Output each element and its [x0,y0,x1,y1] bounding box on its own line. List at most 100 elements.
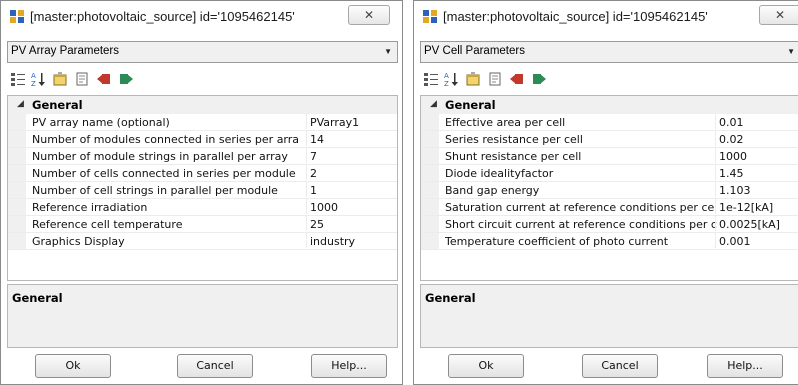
window-title: [master:photovoltaic_source] id='1095462… [30,9,295,24]
properties-icon[interactable] [464,70,482,88]
category-label: General [32,98,83,112]
property-pages-icon[interactable] [73,70,91,88]
object-selector[interactable]: PV Cell Parameters ▼ [420,41,798,63]
description-pane: General [420,284,798,348]
property-row[interactable]: Saturation current at reference conditio… [421,199,798,216]
title-bar: [master:photovoltaic_source] id='1095462… [1,1,402,31]
property-name: Number of modules connected in series pe… [32,133,300,146]
property-value[interactable]: 25 [306,216,324,231]
property-name: Saturation current at reference conditio… [445,201,715,214]
property-name: Effective area per cell [445,116,566,129]
property-value[interactable]: 1 [306,182,317,197]
description-title: General [12,291,63,305]
property-name: Diode idealityfactor [445,167,554,180]
dialog-pv-cell: [master:photovoltaic_source] id='1095462… [413,0,798,385]
cancel-button[interactable]: Cancel [177,354,253,378]
property-row[interactable]: Series resistance per cell 0.02 [421,131,798,148]
property-value[interactable]: 0.02 [715,131,744,146]
property-row[interactable]: PV array name (optional) PVarray1 [8,114,397,131]
ok-button[interactable]: Ok [35,354,111,378]
category-row[interactable]: ◢ General [8,96,397,114]
cancel-button[interactable]: Cancel [582,354,658,378]
toolbar: AZ [420,66,798,92]
property-row[interactable]: Number of modules connected in series pe… [8,131,397,148]
help-button[interactable]: Help... [707,354,783,378]
property-name: Reference cell temperature [32,218,183,231]
property-name: Series resistance per cell [445,133,583,146]
export-icon[interactable] [530,70,548,88]
svg-text:A: A [31,72,36,80]
import-icon[interactable] [95,70,113,88]
category-row[interactable]: ◢ General [421,96,798,114]
property-row[interactable]: Reference irradiation 1000 [8,199,397,216]
category-label: General [445,98,496,112]
app-icon [423,10,437,23]
categorized-icon[interactable] [9,70,27,88]
property-row[interactable]: Temperature coefficient of photo current… [421,233,798,250]
property-name: Number of cell strings in parallel per m… [32,184,278,197]
property-value[interactable]: 1e-12[kA] [715,199,773,214]
property-value[interactable]: 0.01 [715,114,744,129]
property-name: Temperature coefficient of photo current [445,235,669,248]
object-selector-value: PV Cell Parameters [424,45,525,57]
dialog-pv-array: [master:photovoltaic_source] id='1095462… [0,0,403,385]
property-value[interactable]: 1.103 [715,182,751,197]
property-row[interactable]: Diode idealityfactor 1.45 [421,165,798,182]
export-icon[interactable] [117,70,135,88]
toolbar: AZ [7,66,399,92]
svg-text:Z: Z [444,80,449,87]
description-pane: General [7,284,398,348]
svg-text:A: A [444,72,449,80]
property-name: Number of cells connected in series per … [32,167,296,180]
import-icon[interactable] [508,70,526,88]
close-button[interactable]: ✕ [348,5,390,25]
property-value[interactable]: PVarray1 [306,114,359,129]
chevron-down-icon[interactable]: ▼ [384,47,392,56]
title-bar: [master:photovoltaic_source] id='1095462… [414,1,798,31]
close-button[interactable]: ✕ [759,5,798,25]
property-value[interactable]: industry [306,233,355,248]
property-grid: ◢ General PV array name (optional) PVarra… [7,95,398,281]
property-value[interactable]: 0.001 [715,233,751,248]
property-row[interactable]: Reference cell temperature 25 [8,216,397,233]
property-row[interactable]: Number of cells connected in series per … [8,165,397,182]
property-row[interactable]: Shunt resistance per cell 1000 [421,148,798,165]
categorized-icon[interactable] [422,70,440,88]
property-row[interactable]: Number of module strings in parallel per… [8,148,397,165]
ok-button[interactable]: Ok [448,354,524,378]
property-value[interactable]: 1000 [715,148,747,163]
property-row[interactable]: Band gap energy 1.103 [421,182,798,199]
object-selector-value: PV Array Parameters [11,45,120,57]
property-name: Shunt resistance per cell [445,150,582,163]
window-title: [master:photovoltaic_source] id='1095462… [443,9,708,24]
property-row[interactable]: Short circuit current at reference condi… [421,216,798,233]
property-value[interactable]: 1.45 [715,165,744,180]
collapse-icon[interactable]: ◢ [430,99,437,109]
property-grid: ◢ General Effective area per cell 0.01 Se… [420,95,798,281]
property-name: Reference irradiation [32,201,148,214]
property-name: Short circuit current at reference condi… [445,218,717,231]
property-row[interactable]: Number of cell strings in parallel per m… [8,182,397,199]
properties-icon[interactable] [51,70,69,88]
property-name: Band gap energy [445,184,540,197]
property-value[interactable]: 1000 [306,199,338,214]
property-value[interactable]: 7 [306,148,317,163]
svg-text:Z: Z [31,80,36,87]
property-value[interactable]: 2 [306,165,317,180]
collapse-icon[interactable]: ◢ [17,99,24,109]
sort-alphabetical-icon[interactable]: AZ [29,70,47,88]
property-value[interactable]: 14 [306,131,324,146]
property-name: Number of module strings in parallel per… [32,150,288,163]
chevron-down-icon[interactable]: ▼ [787,47,795,56]
property-pages-icon[interactable] [486,70,504,88]
property-row[interactable]: Effective area per cell 0.01 [421,114,798,131]
sort-alphabetical-icon[interactable]: AZ [442,70,460,88]
property-name: Graphics Display [32,235,125,248]
property-value[interactable]: 0.0025[kA] [715,216,780,231]
property-row[interactable]: Graphics Display industry [8,233,397,250]
property-name: PV array name (optional) [32,116,170,129]
help-button[interactable]: Help... [311,354,387,378]
description-title: General [425,291,476,305]
app-icon [10,10,24,23]
object-selector[interactable]: PV Array Parameters ▼ [7,41,398,63]
